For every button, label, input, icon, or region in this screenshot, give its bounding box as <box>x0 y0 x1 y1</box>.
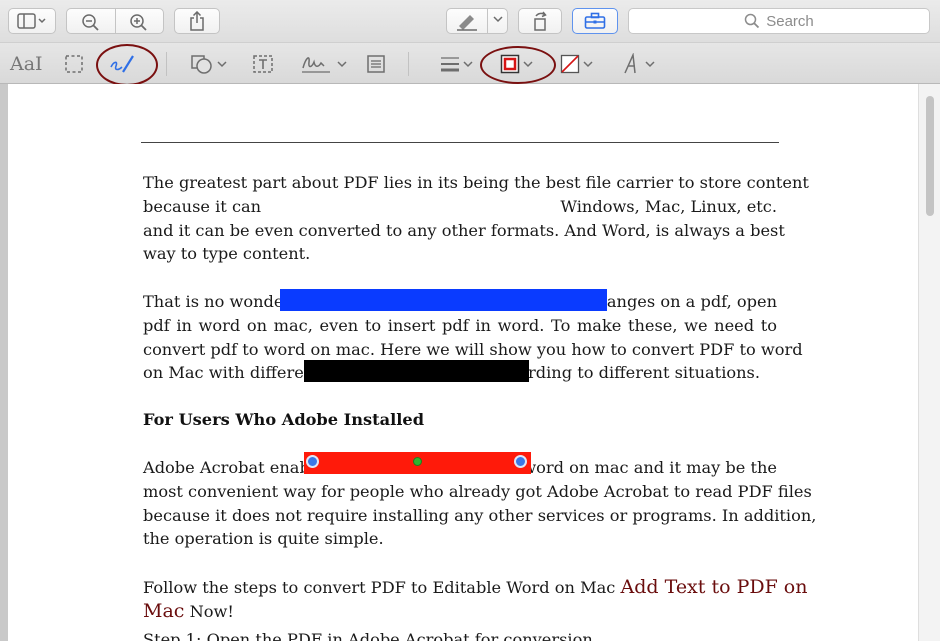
paragraph-5: Step 1: Open the PDF in Adobe Acrobat fo… <box>143 628 593 641</box>
sidebar-toggle-button[interactable] <box>8 8 56 34</box>
text-fragment: Adobe Acrobat enab <box>143 458 310 477</box>
main-toolbar: Search <box>0 0 940 42</box>
shapes-icon <box>191 55 212 74</box>
markup-segment <box>446 8 508 34</box>
resize-handle-left[interactable] <box>306 455 319 468</box>
section-heading: For Users Who Adobe Installed <box>143 410 425 429</box>
text-style-button[interactable]: AaI <box>10 50 43 78</box>
share-icon <box>190 11 204 31</box>
highlighter-icon <box>457 15 477 31</box>
text-fragment: Follow the steps to convert PDF to Edita… <box>143 578 616 597</box>
rotate-handle[interactable] <box>413 457 422 466</box>
text-fragment: on Mac with differen <box>143 363 315 383</box>
zoom-in-button[interactable] <box>129 13 149 31</box>
text-line: convert pdf to word on mac. Here we will… <box>143 339 803 359</box>
text-style-label: AaI <box>10 53 43 75</box>
text-box-button[interactable] <box>252 50 274 78</box>
paragraph-1: The greatest part about PDF lies in its … <box>143 171 809 266</box>
sign-button[interactable] <box>300 50 347 78</box>
link-add-text-to-pdf[interactable]: Add Text to PDF on <box>621 576 808 598</box>
chevron-down-icon <box>645 61 655 68</box>
highlight-options-button[interactable] <box>493 15 503 23</box>
text-fragment: That is no wonde <box>143 292 284 311</box>
line-style-icon <box>441 57 459 72</box>
text-line: and it can be even converted to any othe… <box>143 220 785 240</box>
chevron-down-icon <box>217 61 227 68</box>
text-line: most convenient way for people who alrea… <box>143 481 812 501</box>
text-line: way to type content. <box>143 244 311 264</box>
text-line: because it does not require installing a… <box>143 505 817 525</box>
share-button[interactable] <box>174 8 220 34</box>
resize-handle-right[interactable] <box>514 455 527 468</box>
text-fragment: rding to different situations. <box>528 363 760 383</box>
text-fragment: changes on a pdf, open <box>587 292 777 311</box>
horizontal-rule <box>141 142 779 143</box>
text-line: Step 1: Open the PDF in Adobe Acrobat fo… <box>143 630 593 641</box>
chevron-down-icon <box>583 61 593 68</box>
search-field[interactable]: Search <box>628 8 930 34</box>
zoom-out-icon <box>82 14 99 31</box>
paragraph-4: Follow the steps to convert PDF to Edita… <box>143 576 807 624</box>
text-line: The greatest part about PDF lies in its … <box>143 173 809 192</box>
toolbox-icon <box>584 12 606 29</box>
text-fragment: Windows, Mac, Linux, etc. <box>560 196 777 216</box>
black-rectangle-annotation[interactable] <box>304 360 529 382</box>
font-icon <box>624 53 636 74</box>
text-line: Follow the steps to convert PDF to Edita… <box>143 576 807 600</box>
sidebar-icon <box>17 13 46 29</box>
zoom-segment <box>66 8 164 34</box>
text-fragment: because it can <box>143 196 262 216</box>
text-line: Mac Now! <box>143 600 807 624</box>
annotation-circle-border-color <box>480 46 556 84</box>
link-mac[interactable]: Mac <box>143 600 184 622</box>
chevron-down-icon <box>337 61 347 68</box>
markup-toolbar-button[interactable] <box>572 8 618 34</box>
search-placeholder: Search <box>766 12 814 30</box>
note-button[interactable] <box>366 50 386 78</box>
shapes-button[interactable] <box>190 50 227 78</box>
chevron-down-icon <box>493 16 503 23</box>
search-icon <box>744 13 760 29</box>
text-line: because it can Windows, Mac, Linux, etc. <box>143 195 777 219</box>
annotation-circle-sketch <box>96 44 158 86</box>
fill-color-button[interactable] <box>560 50 593 78</box>
text-fragment: Now! <box>189 601 234 621</box>
blue-rectangle-annotation[interactable] <box>280 289 607 311</box>
text-font-button[interactable] <box>622 50 655 78</box>
signature-icon <box>302 57 330 73</box>
note-icon <box>367 55 385 73</box>
text-line: the operation is quite simple. <box>143 529 384 549</box>
chevron-down-icon <box>463 61 473 68</box>
text-box-icon <box>253 55 273 73</box>
zoom-in-icon <box>130 14 147 31</box>
fill-color-icon <box>560 54 580 74</box>
scrollbar-thumb[interactable] <box>926 96 934 216</box>
dashed-selection-icon <box>65 55 83 73</box>
line-style-button[interactable] <box>440 50 473 78</box>
rectangular-selection-button[interactable] <box>64 50 84 78</box>
highlight-button[interactable] <box>456 13 478 31</box>
rotate-button[interactable] <box>518 8 562 34</box>
text-line: pdf in word on mac, even to insert pdf i… <box>143 315 777 335</box>
zoom-out-button[interactable] <box>81 13 101 31</box>
rotate-icon <box>534 11 547 31</box>
text-fragment: word on mac and it may be the <box>522 458 777 477</box>
